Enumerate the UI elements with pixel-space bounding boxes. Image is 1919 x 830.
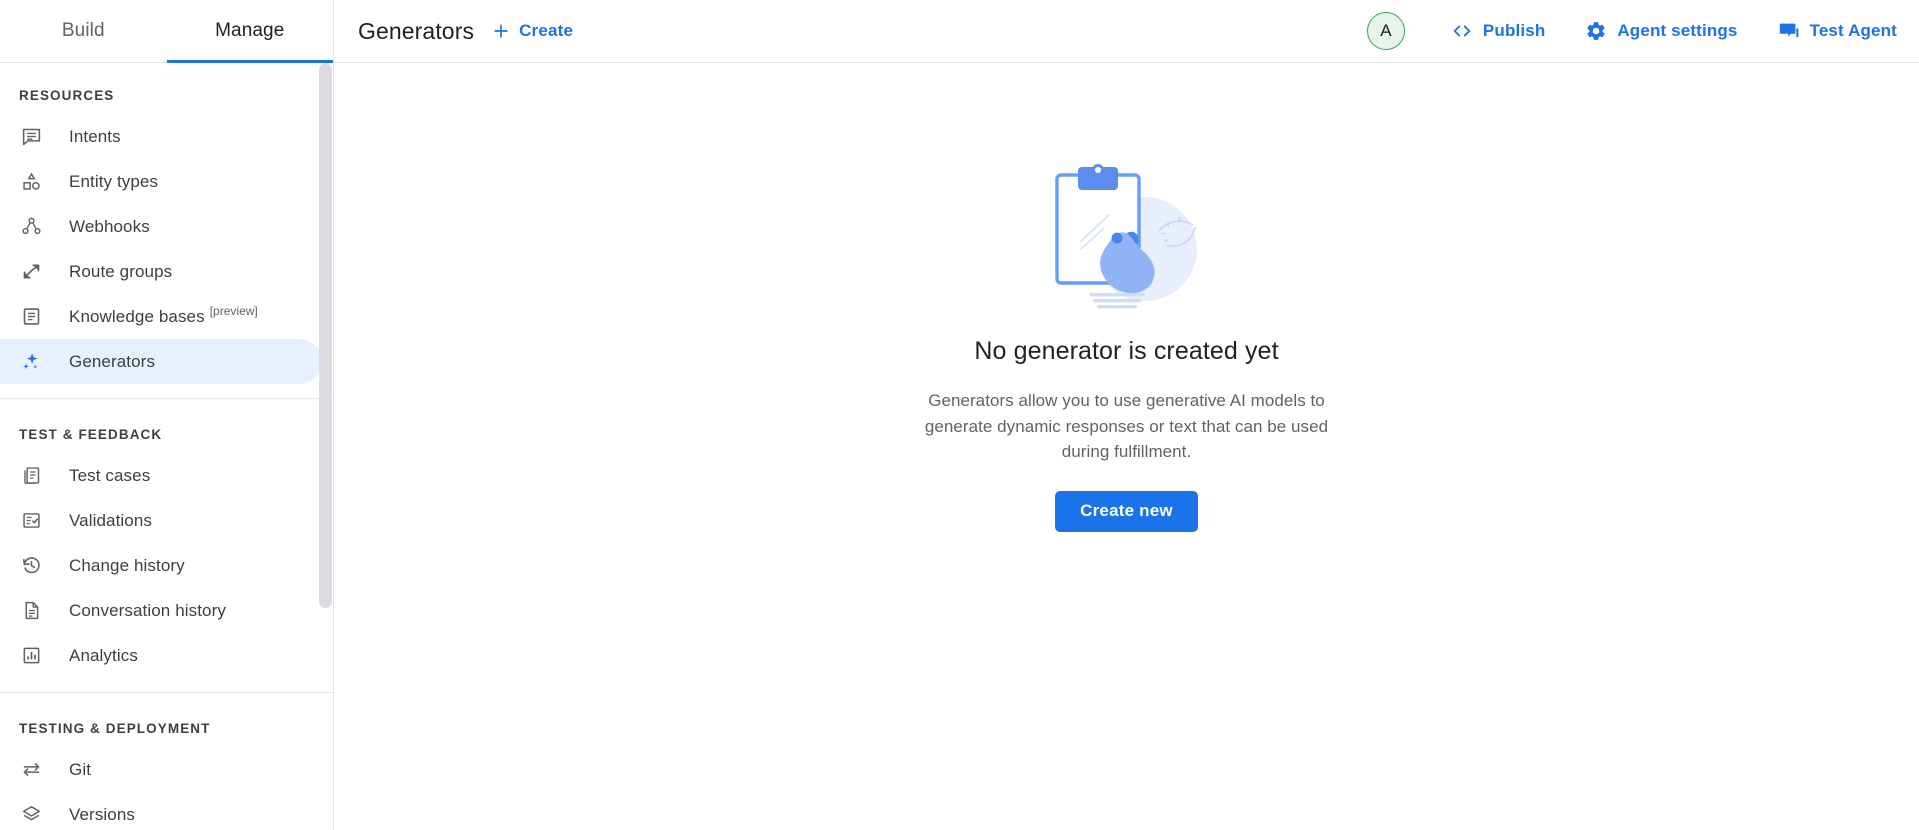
clipboard-hand-illustration (1027, 153, 1227, 323)
sidebar-item-label: Entity types (69, 172, 158, 192)
section-title-resources: RESOURCES (0, 63, 333, 114)
avatar[interactable]: A (1367, 12, 1405, 50)
section-title-testing-deployment: TESTING & DEPLOYMENT (0, 693, 333, 747)
sidebar-scroll-area: RESOURCES Intents (0, 63, 333, 830)
sidebar-item-label: Analytics (69, 646, 138, 666)
sidebar-item-versions[interactable]: Versions (0, 792, 322, 830)
sidebar-section-test-feedback: TEST & FEEDBACK Test cases (0, 398, 333, 692)
document-icon (19, 599, 43, 623)
test-cases-icon (19, 464, 43, 488)
git-sync-icon (19, 758, 43, 782)
sidebar-item-conversation-history[interactable]: Conversation history (0, 588, 322, 633)
sidebar-item-label: Intents (69, 127, 121, 147)
sidebar-item-validations[interactable]: Validations (0, 498, 322, 543)
app-root: Build Manage Generators Create A (0, 0, 1919, 830)
sidebar-item-label: Test cases (69, 466, 150, 486)
mode-tabs: Build Manage (0, 0, 334, 62)
sparkle-icon (19, 350, 43, 374)
create-button-label: Create (519, 21, 573, 41)
section-spacer (0, 384, 333, 398)
preview-badge: [preview] (210, 304, 258, 318)
top-bar: Build Manage Generators Create A (0, 0, 1919, 63)
route-groups-icon (19, 260, 43, 284)
section-title-test-feedback: TEST & FEEDBACK (0, 399, 333, 453)
section-spacer (0, 678, 333, 692)
plus-icon (491, 21, 511, 41)
knowledge-bases-icon (19, 305, 43, 329)
layers-icon (19, 803, 43, 827)
tab-manage[interactable]: Manage (167, 0, 334, 62)
sidebar-item-label: Change history (69, 556, 185, 576)
sidebar-item-analytics[interactable]: Analytics (0, 633, 322, 678)
sidebar-item-label: Webhooks (69, 217, 150, 237)
sidebar-item-webhooks[interactable]: Webhooks (0, 204, 322, 249)
publish-button[interactable]: Publish (1451, 20, 1545, 42)
tab-build[interactable]: Build (0, 0, 167, 62)
validations-icon (19, 509, 43, 533)
agent-settings-label: Agent settings (1617, 21, 1737, 41)
sidebar-item-label: Route groups (69, 262, 172, 282)
publish-label: Publish (1483, 21, 1545, 41)
sidebar-item-git[interactable]: Git (0, 747, 322, 792)
body: RESOURCES Intents (0, 63, 1919, 830)
page-title: Generators (358, 18, 474, 45)
analytics-icon (19, 644, 43, 668)
chat-bubble-icon (1778, 20, 1800, 42)
sidebar-item-test-cases[interactable]: Test cases (0, 453, 322, 498)
test-agent-button[interactable]: Test Agent (1778, 20, 1897, 42)
empty-state-title: No generator is created yet (974, 337, 1278, 366)
create-new-button[interactable]: Create new (1055, 491, 1198, 532)
gear-icon (1585, 20, 1607, 42)
sidebar-item-label: Knowledge bases (69, 307, 205, 327)
sidebar-item-label: Conversation history (69, 601, 226, 621)
top-bar-main: Generators Create A Publ (334, 0, 1919, 62)
agent-settings-button[interactable]: Agent settings (1585, 20, 1737, 42)
empty-state-description: Generators allow you to use generative A… (922, 388, 1332, 465)
sidebar-item-label: Versions (69, 805, 135, 825)
sidebar-scrollbar-track[interactable] (319, 63, 332, 830)
sidebar-item-label: Validations (69, 511, 152, 531)
entity-types-icon (19, 170, 43, 194)
sidebar: RESOURCES Intents (0, 63, 334, 830)
sidebar-item-knowledge-bases[interactable]: Knowledge bases [preview] (0, 294, 322, 339)
test-agent-label: Test Agent (1810, 21, 1897, 41)
create-button[interactable]: Create (491, 21, 573, 41)
intents-icon (19, 125, 43, 149)
sidebar-item-route-groups[interactable]: Route groups (0, 249, 322, 294)
history-icon (19, 554, 43, 578)
sidebar-item-generators[interactable]: Generators (0, 339, 322, 384)
sidebar-section-testing-deployment: TESTING & DEPLOYMENT Git (0, 692, 333, 830)
sidebar-item-entity-types[interactable]: Entity types (0, 159, 322, 204)
avatar-initial: A (1380, 21, 1391, 41)
sidebar-item-intents[interactable]: Intents (0, 114, 322, 159)
main-content: No generator is created yet Generators a… (334, 63, 1919, 830)
sidebar-item-change-history[interactable]: Change history (0, 543, 322, 588)
sidebar-scrollbar-thumb[interactable] (319, 63, 332, 608)
sidebar-item-label: Git (69, 760, 91, 780)
code-brackets-icon (1451, 20, 1473, 42)
sidebar-item-label: Generators (69, 352, 155, 372)
sidebar-section-resources: RESOURCES Intents (0, 63, 333, 398)
webhooks-icon (19, 215, 43, 239)
